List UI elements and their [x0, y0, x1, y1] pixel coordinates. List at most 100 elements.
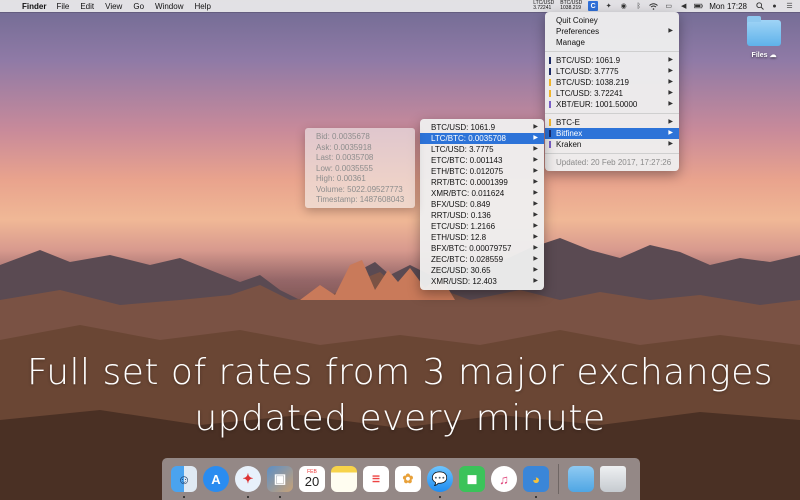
- favorite-item[interactable]: LTC/USD: 3.7775 ▶: [545, 66, 679, 77]
- submenu-arrow-icon: ▶: [533, 179, 538, 185]
- preferences-item[interactable]: Preferences ▶: [545, 26, 679, 37]
- menu-help[interactable]: Help: [194, 2, 210, 11]
- favorite-item[interactable]: LTC/USD: 3.72241 ▶: [545, 88, 679, 99]
- favorite-item[interactable]: XBT/EUR: 1001.50000 ▶: [545, 99, 679, 110]
- favorite-item[interactable]: BTC/USD: 1061.9 ▶: [545, 55, 679, 66]
- photos-icon[interactable]: ✿: [395, 466, 421, 492]
- finder-icon[interactable]: ☺: [171, 466, 197, 498]
- menu-window[interactable]: Window: [155, 2, 183, 11]
- submenu-arrow-icon: ▶: [668, 57, 673, 63]
- preview-icon[interactable]: ▣: [267, 466, 293, 498]
- dropbox-icon[interactable]: ✦: [604, 2, 613, 11]
- high-value: High: 0.00361: [316, 174, 366, 183]
- user-avatar-icon[interactable]: ●: [770, 2, 779, 11]
- ask-value: Ask: 0.0035918: [316, 142, 372, 152]
- pair-item[interactable]: BFX/BTC: 0.00079757 ▶: [420, 243, 544, 254]
- coiney-icon[interactable]: C: [588, 1, 599, 11]
- app-store-icon[interactable]: A: [203, 466, 229, 492]
- pair-item[interactable]: LTC/BTC: 0.0035708 ▶: [420, 133, 544, 144]
- photos-icon[interactable]: ◉: [619, 2, 628, 11]
- pair-label: RRT/USD: 0.136: [431, 211, 491, 220]
- downloads-folder-icon[interactable]: [568, 466, 594, 492]
- exchange-color-marker: [549, 119, 551, 126]
- pair-item[interactable]: XMR/BTC: 0.011624 ▶: [420, 188, 544, 199]
- menu-go[interactable]: Go: [133, 2, 144, 11]
- exchange-color-marker: [549, 101, 551, 108]
- folder-icon: [747, 16, 781, 46]
- messages-icon[interactable]: 💬: [427, 466, 453, 498]
- preferences-label: Preferences: [556, 27, 600, 36]
- ticker-ltc-usd[interactable]: LTC/USD 3.72241: [533, 1, 554, 11]
- submenu-arrow-icon: ▶: [668, 101, 673, 107]
- submenu-arrow-icon: ▶: [533, 124, 538, 130]
- airplay-icon[interactable]: ▭: [664, 2, 673, 11]
- dock-divider: [558, 464, 559, 494]
- reminders-icon[interactable]: ☰: [363, 466, 389, 492]
- menu-app-finder[interactable]: Finder: [22, 2, 46, 11]
- battery-icon[interactable]: [694, 2, 703, 11]
- exchange-item-bitfinex[interactable]: Bitfinex ▶: [545, 128, 679, 139]
- desktop-folder-files[interactable]: Files ☁: [744, 16, 784, 59]
- submenu-arrow-icon: ▶: [668, 68, 673, 74]
- itunes-icon[interactable]: ♫: [491, 466, 517, 492]
- pair-item[interactable]: BTC/USD: 1061.9 ▶: [420, 122, 544, 133]
- ticker-btc-usd[interactable]: BTC/USD 1038.219: [560, 1, 582, 11]
- clock[interactable]: Mon 17:28: [709, 2, 747, 11]
- pair-item[interactable]: ZEC/BTC: 0.028559 ▶: [420, 254, 544, 265]
- submenu-arrow-icon: ▶: [533, 278, 538, 284]
- promo-headline: Full set of rates from 3 major exchanges…: [0, 350, 800, 442]
- pair-item[interactable]: ZEC/USD: 30.65 ▶: [420, 265, 544, 276]
- safari-icon[interactable]: ✦: [235, 466, 261, 498]
- quit-coiney-item[interactable]: Quit Coiney: [545, 15, 679, 26]
- pair-label: ZEC/BTC: 0.028559: [431, 255, 504, 264]
- dock: ☺ A ✦ ▣ FEB 20 ☰ ✿ 💬 ◼ ♫ ◕: [162, 458, 640, 500]
- exchange-item-btc-e[interactable]: BTC-E ▶: [545, 117, 679, 128]
- pair-item[interactable]: XMR/USD: 12.403 ▶: [420, 276, 544, 287]
- menu-edit[interactable]: Edit: [80, 2, 94, 11]
- favorite-label: BTC/USD: 1061.9: [556, 56, 621, 65]
- pair-label: ETH/USD: 12.8: [431, 233, 487, 242]
- pair-item[interactable]: ETC/BTC: 0.001143 ▶: [420, 155, 544, 166]
- volume-value: Volume: 5022.09527773: [316, 184, 403, 194]
- pair-label: ZEC/USD: 30.65: [431, 266, 491, 275]
- pair-label: LTC/BTC: 0.0035708: [431, 134, 507, 143]
- pair-label: ETC/USD: 1.2166: [431, 222, 496, 231]
- menu-view[interactable]: View: [105, 2, 122, 11]
- volume-icon[interactable]: ◀: [679, 2, 688, 11]
- facetime-icon[interactable]: ◼: [459, 466, 485, 492]
- bitfinex-pairs-submenu: BTC/USD: 1061.9 ▶ LTC/BTC: 0.0035708 ▶ LTC…: [420, 119, 544, 290]
- pair-item[interactable]: LTC/USD: 3.7775 ▶: [420, 144, 544, 155]
- exchange-color-marker: [549, 68, 551, 75]
- menu-separator: [545, 51, 679, 52]
- bluetooth-icon[interactable]: ᛒ: [634, 2, 643, 11]
- calendar-icon[interactable]: FEB 20: [299, 466, 325, 492]
- pair-item[interactable]: ETH/BTC: 0.012075 ▶: [420, 166, 544, 177]
- wifi-icon[interactable]: [649, 2, 658, 11]
- bid-value: Bid: 0.0035678: [316, 132, 370, 141]
- pair-label: BFX/BTC: 0.00079757: [431, 244, 512, 253]
- favorite-item[interactable]: BTC/USD: 1038.219 ▶: [545, 77, 679, 88]
- last-value: Last: 0.0035708: [316, 153, 374, 162]
- menu-separator: [545, 153, 679, 154]
- notification-center-icon[interactable]: ☰: [785, 2, 794, 11]
- manage-item[interactable]: Manage: [545, 37, 679, 48]
- exchange-color-marker: [549, 79, 551, 86]
- notes-icon[interactable]: [331, 466, 357, 492]
- exchange-color-marker: [549, 130, 551, 137]
- submenu-arrow-icon: ▶: [668, 141, 673, 147]
- pair-item[interactable]: ETH/USD: 12.8 ▶: [420, 232, 544, 243]
- pair-item[interactable]: RRT/USD: 0.136 ▶: [420, 210, 544, 221]
- pair-item[interactable]: ETC/USD: 1.2166 ▶: [420, 221, 544, 232]
- pair-item[interactable]: BFX/USD: 0.849 ▶: [420, 199, 544, 210]
- ticker-value: 1038.219: [560, 5, 582, 11]
- exchange-label: Bitfinex: [556, 129, 583, 138]
- trash-icon[interactable]: [600, 466, 626, 492]
- favorite-label: BTC/USD: 1038.219: [556, 78, 629, 87]
- search-icon[interactable]: [755, 2, 764, 11]
- exchange-item-kraken[interactable]: Kraken ▶: [545, 139, 679, 150]
- cloud-icon: ☁: [769, 52, 777, 59]
- menu-file[interactable]: File: [56, 2, 69, 11]
- submenu-arrow-icon: ▶: [668, 119, 673, 125]
- tweetbot-icon[interactable]: ◕: [523, 466, 549, 498]
- pair-item[interactable]: RRT/BTC: 0.0001399 ▶: [420, 177, 544, 188]
